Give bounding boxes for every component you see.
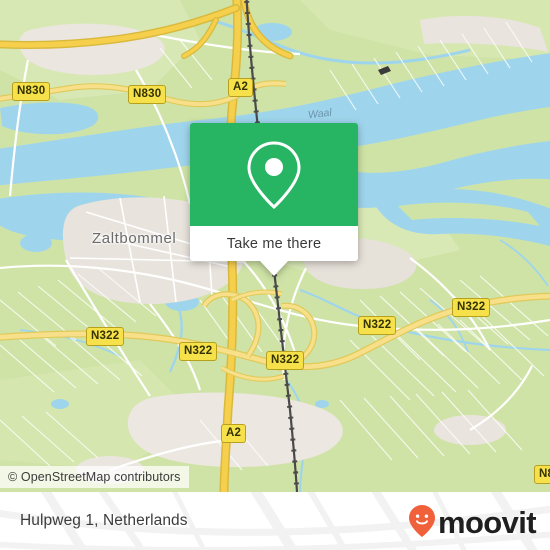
popup-header (190, 123, 358, 226)
road-shield-n8-edge: N8 (534, 465, 550, 484)
map-pin-icon (247, 140, 301, 209)
road-shield-n322-midwest: N322 (179, 342, 218, 361)
location-popup-card[interactable]: Take me there (190, 123, 358, 276)
place-label-zaltbommel: Zaltbommel (92, 230, 177, 247)
footer-bar: Hulpweg 1, Netherlands moovit (0, 492, 550, 550)
take-me-there-label: Take me there (226, 235, 322, 252)
footer-address: Hulpweg 1, Netherlands (20, 492, 188, 550)
take-me-there-button[interactable]: Take me there (190, 226, 358, 261)
road-shield-n322-center: N322 (266, 351, 305, 370)
road-shield-a2-north: A2 (228, 78, 254, 97)
moovit-wordmark: moovit (437, 504, 537, 540)
moovit-map-screenshot: Zaltbommel Waal N830 N830 A2 N322 N322 N… (0, 0, 550, 550)
road-shield-n322-west: N322 (86, 327, 125, 346)
road-shield-n830-west: N830 (12, 82, 51, 101)
osm-attribution-text: © OpenStreetMap contributors (8, 470, 181, 484)
moovit-pin-icon (408, 505, 435, 537)
road-shield-n322-mideast: N322 (358, 316, 397, 335)
road-shield-n830-east: N830 (128, 85, 167, 104)
road-shield-n322-east: N322 (452, 298, 491, 317)
moovit-logo[interactable]: moovit (408, 492, 537, 550)
footer-address-text: Hulpweg 1, Netherlands (20, 512, 188, 529)
popup-pointer-tail (260, 261, 288, 276)
road-shield-a2-south: A2 (221, 424, 247, 443)
osm-attribution[interactable]: © OpenStreetMap contributors (0, 466, 189, 488)
